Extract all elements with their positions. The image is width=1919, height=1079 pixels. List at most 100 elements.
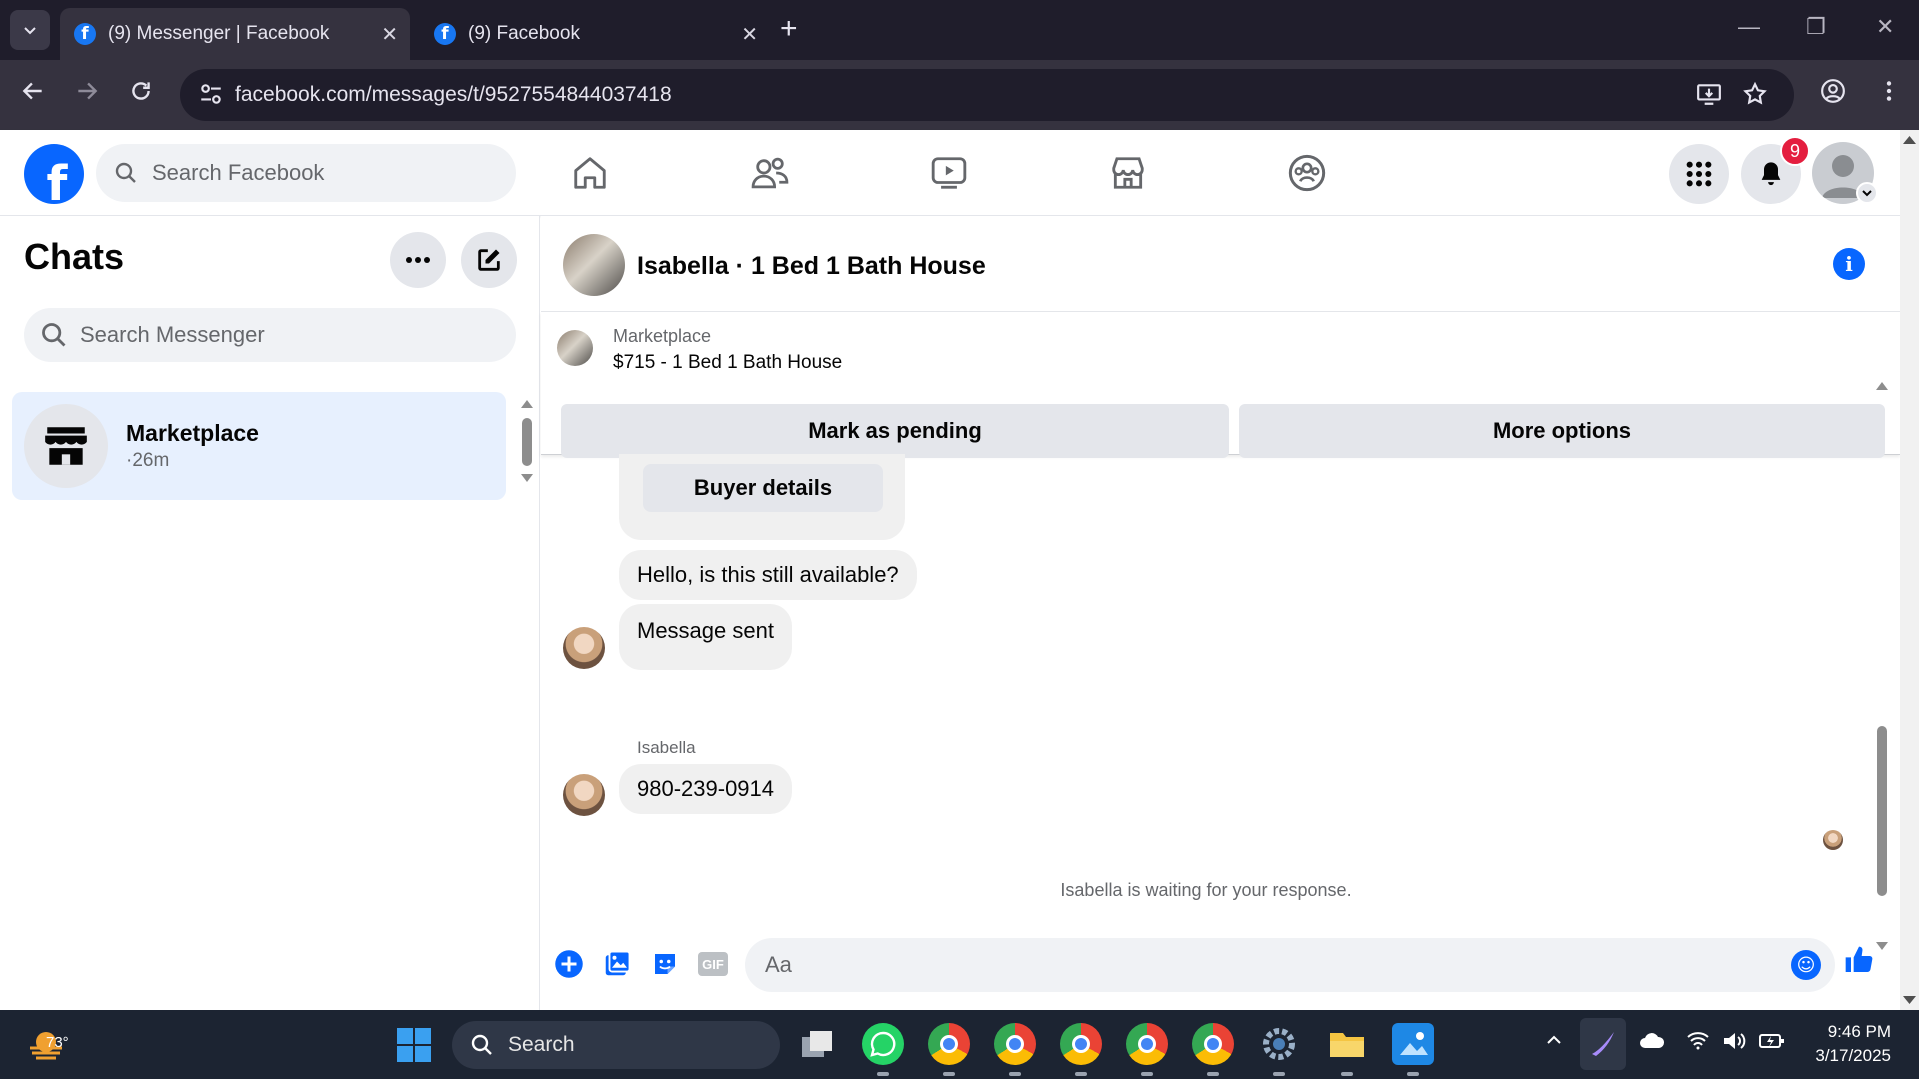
tab-facebook[interactable]: f (9) Facebook ✕ [420,8,770,60]
address-bar[interactable]: facebook.com/messages/t/9527554844037418 [180,69,1794,121]
listing-avatar[interactable] [563,234,625,296]
chat-list-panel: Chats Search Messenger Marketplace ·26m [0,216,540,1010]
minimize-icon[interactable]: — [1738,14,1760,40]
tab-title: (9) Facebook [468,23,580,44]
weather-temperature: 73° [46,1034,69,1051]
search-icon [471,1034,492,1055]
message-input[interactable]: Aa ☺ [745,938,1835,992]
chrome-profile-icon[interactable] [1060,1023,1102,1065]
volume-icon[interactable] [1722,1030,1748,1058]
pen-app-tray-icon[interactable] [1580,1018,1626,1070]
nav-groups-icon[interactable] [1282,150,1332,196]
search-icon [42,323,66,347]
sender-avatar[interactable] [563,627,605,669]
waiting-status: Isabella is waiting for your response. [1060,880,1352,900]
conversation-header: Isabella · 1 Bed 1 Bath House i [541,216,1900,312]
running-indicator [943,1072,955,1076]
browser-toolbar: facebook.com/messages/t/9527554844037418 [0,60,1919,130]
photos-icon[interactable] [1392,1023,1434,1065]
tab-search-button[interactable] [10,10,50,50]
menu-kebab-icon[interactable] [1876,78,1902,111]
messages-scrollbar-thumb[interactable] [1877,726,1887,896]
message-bubble: Hello, is this still available? [619,550,917,600]
onedrive-cloud-icon[interactable] [1638,1030,1666,1056]
chrome-profile-icon[interactable] [994,1023,1036,1065]
bookmark-star-icon[interactable] [1742,81,1768,114]
site-info-icon[interactable] [198,81,226,109]
wifi-icon[interactable] [1686,1030,1710,1056]
emoji-icon[interactable]: ☺ [1791,950,1821,980]
more-options-button[interactable]: More options [1239,404,1885,458]
attach-photo-icon[interactable] [601,948,633,980]
whatsapp-icon[interactable] [862,1023,904,1065]
new-tab-icon[interactable]: + [780,12,798,46]
search-placeholder: Search Messenger [80,322,265,347]
reload-icon[interactable] [128,78,154,111]
message-bubble: 980-239-0914 [619,764,793,814]
nav-video-icon[interactable] [924,150,974,196]
url-text[interactable]: facebook.com/messages/t/9527554844037418 [235,83,672,107]
message-input-placeholder: Aa [765,952,792,977]
clock-date: 3/17/2025 [1815,1046,1891,1065]
page-scrollbar[interactable] [1900,130,1919,1010]
conversation-item-marketplace[interactable]: Marketplace ·26m [12,392,506,500]
close-tab-icon[interactable]: ✕ [741,22,758,47]
chrome-profile-icon[interactable] [1126,1023,1168,1065]
seen-indicator-avatar [1823,830,1843,850]
settings-gear-icon[interactable] [1258,1023,1300,1065]
compose-icon [478,249,500,271]
gif-icon[interactable]: GIF [697,948,729,980]
weather-widget[interactable]: 73° [26,1020,69,1067]
search-placeholder: Search Facebook [152,160,325,185]
nav-marketplace-icon[interactable] [1103,150,1153,196]
browser-tabbar: f (9) Messenger | Facebook ✕ f (9) Faceb… [0,0,1919,60]
show-hidden-icons-chevron-icon[interactable] [1544,1030,1564,1056]
account-chevron-icon[interactable] [1856,182,1878,204]
buyer-details-button[interactable]: Buyer details [643,464,883,512]
listing-title[interactable]: $715 - 1 Bed 1 Bath House [613,352,842,374]
listing-banner: Marketplace $715 - 1 Bed 1 Bath House Ma… [541,312,1900,458]
buyer-details-card: Buyer details [619,454,905,540]
running-indicator [1273,1072,1285,1076]
taskbar-search-input[interactable]: Search [452,1021,780,1069]
nav-home-icon[interactable] [565,150,615,196]
menu-grid-button[interactable] [1669,144,1729,204]
install-app-icon[interactable] [1696,81,1722,114]
marketplace-avatar [24,404,108,488]
task-view-icon[interactable] [796,1023,838,1065]
facebook-search-input[interactable]: Search Facebook [96,144,516,202]
restore-icon[interactable]: ❐ [1806,14,1826,40]
more-actions-icon[interactable] [553,948,585,980]
sender-avatar[interactable] [563,774,605,816]
nav-friends-icon[interactable] [745,150,795,196]
running-indicator [1341,1072,1353,1076]
new-message-button[interactable] [461,232,517,288]
thumbs-up-icon[interactable] [1843,944,1875,976]
close-tab-icon[interactable]: ✕ [381,22,398,47]
chrome-profile-icon[interactable] [1192,1023,1234,1065]
forward-icon[interactable] [74,78,100,111]
chrome-icon[interactable] [928,1023,970,1065]
store-icon [45,427,87,465]
profile-icon[interactable] [1820,78,1846,111]
facebook-logo-icon[interactable]: f [24,144,84,204]
running-indicator [1009,1072,1021,1076]
file-explorer-icon[interactable] [1326,1023,1368,1065]
battery-icon[interactable] [1758,1030,1786,1058]
tab-messenger[interactable]: f (9) Messenger | Facebook ✕ [60,8,410,60]
back-icon[interactable] [20,78,46,111]
info-icon[interactable]: i [1833,248,1865,280]
chat-list-scrollbar[interactable] [520,396,533,496]
chat-options-button[interactable] [390,232,446,288]
close-window-icon[interactable]: ✕ [1876,14,1894,40]
windows-start-icon[interactable] [397,1028,431,1062]
mark-as-pending-button[interactable]: Mark as pending [561,404,1229,458]
messenger-search-input[interactable]: Search Messenger [24,308,516,362]
sticker-icon[interactable] [649,948,681,980]
conversation-title[interactable]: Isabella · 1 Bed 1 Bath House [637,252,986,281]
facebook-favicon-icon: f [434,23,456,45]
running-indicator [1075,1072,1087,1076]
listing-thumbnail[interactable] [557,330,593,366]
chevron-down-icon [24,27,36,35]
system-clock[interactable]: 9:46 PM 3/17/2025 [1815,1020,1891,1068]
